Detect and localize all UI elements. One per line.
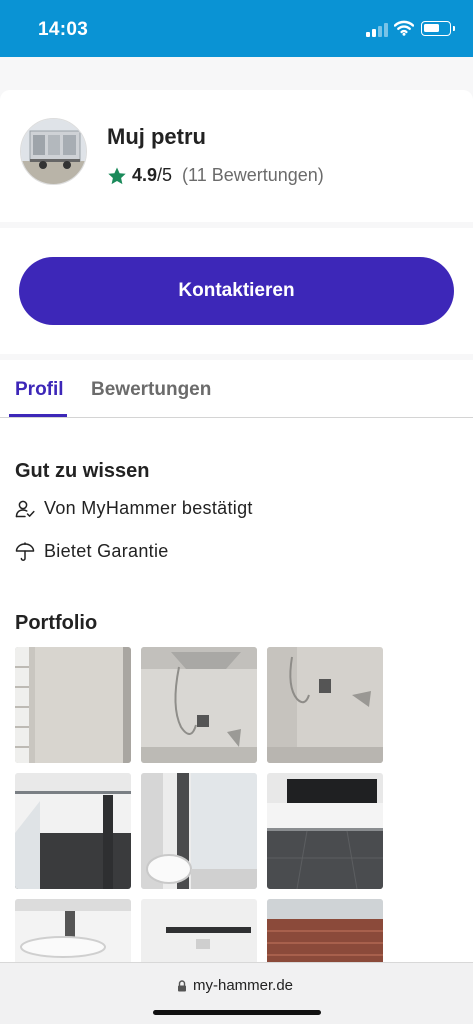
info-row-verified: Von MyHammer bestätigt (15, 498, 253, 519)
portfolio-image[interactable] (15, 647, 131, 763)
info-row-guarantee: Bietet Garantie (15, 541, 169, 562)
tab-profil[interactable]: Profil (15, 379, 64, 401)
avatar-trailer-image (21, 119, 86, 184)
contact-button[interactable]: Kontaktieren (19, 257, 454, 325)
cta-section: Kontaktieren (0, 228, 473, 354)
rating-row[interactable]: 4.9 /5 (11 Bewertungen) (107, 165, 324, 186)
bathroom-photo-3 (267, 647, 383, 763)
info-label-guarantee: Bietet Garantie (44, 541, 169, 561)
portfolio-image[interactable] (267, 773, 383, 889)
bathroom-photo-2 (141, 647, 257, 763)
active-tab-indicator (9, 414, 67, 417)
bathroom-photo-5 (141, 773, 257, 889)
tab-bar: Profil Bewertungen (0, 360, 473, 418)
verified-user-icon (15, 500, 35, 517)
bathroom-photo-6 (267, 773, 383, 889)
rating-value: 4.9 (132, 165, 158, 185)
bathroom-photo-4 (15, 773, 131, 889)
portfolio-image[interactable] (267, 647, 383, 763)
info-label-verified: Von MyHammer bestätigt (44, 498, 253, 518)
profile-name: Muj petru (107, 124, 206, 149)
good-to-know-title: Gut zu wissen (15, 460, 150, 482)
profile-content: Profil Bewertungen Gut zu wissen Von MyH… (0, 360, 473, 1015)
star-icon (108, 167, 126, 184)
browser-url-bar[interactable]: my-hammer.de (0, 962, 473, 1024)
portfolio-image[interactable] (15, 773, 131, 889)
profile-card: Muj petru 4.9 /5 (11 Bewertungen) (0, 90, 473, 222)
status-bar: 14:03 (0, 0, 473, 57)
rating-count: (11 Bewertungen) (182, 165, 324, 185)
lock-icon (178, 980, 186, 992)
url-text[interactable]: my-hammer.de (193, 977, 293, 994)
bathroom-photo-1 (15, 647, 131, 763)
portfolio-image[interactable] (141, 647, 257, 763)
portfolio-title: Portfolio (15, 612, 98, 634)
home-indicator (153, 1010, 321, 1015)
umbrella-icon (15, 541, 35, 561)
tab-bewertungen[interactable]: Bewertungen (91, 379, 211, 401)
battery-icon (421, 21, 455, 36)
rating-max: /5 (157, 165, 173, 185)
avatar[interactable] (20, 118, 87, 185)
portfolio-image[interactable] (141, 773, 257, 889)
status-time: 14:03 (38, 19, 89, 40)
signal-icon (366, 23, 388, 37)
wifi-icon (394, 20, 414, 36)
